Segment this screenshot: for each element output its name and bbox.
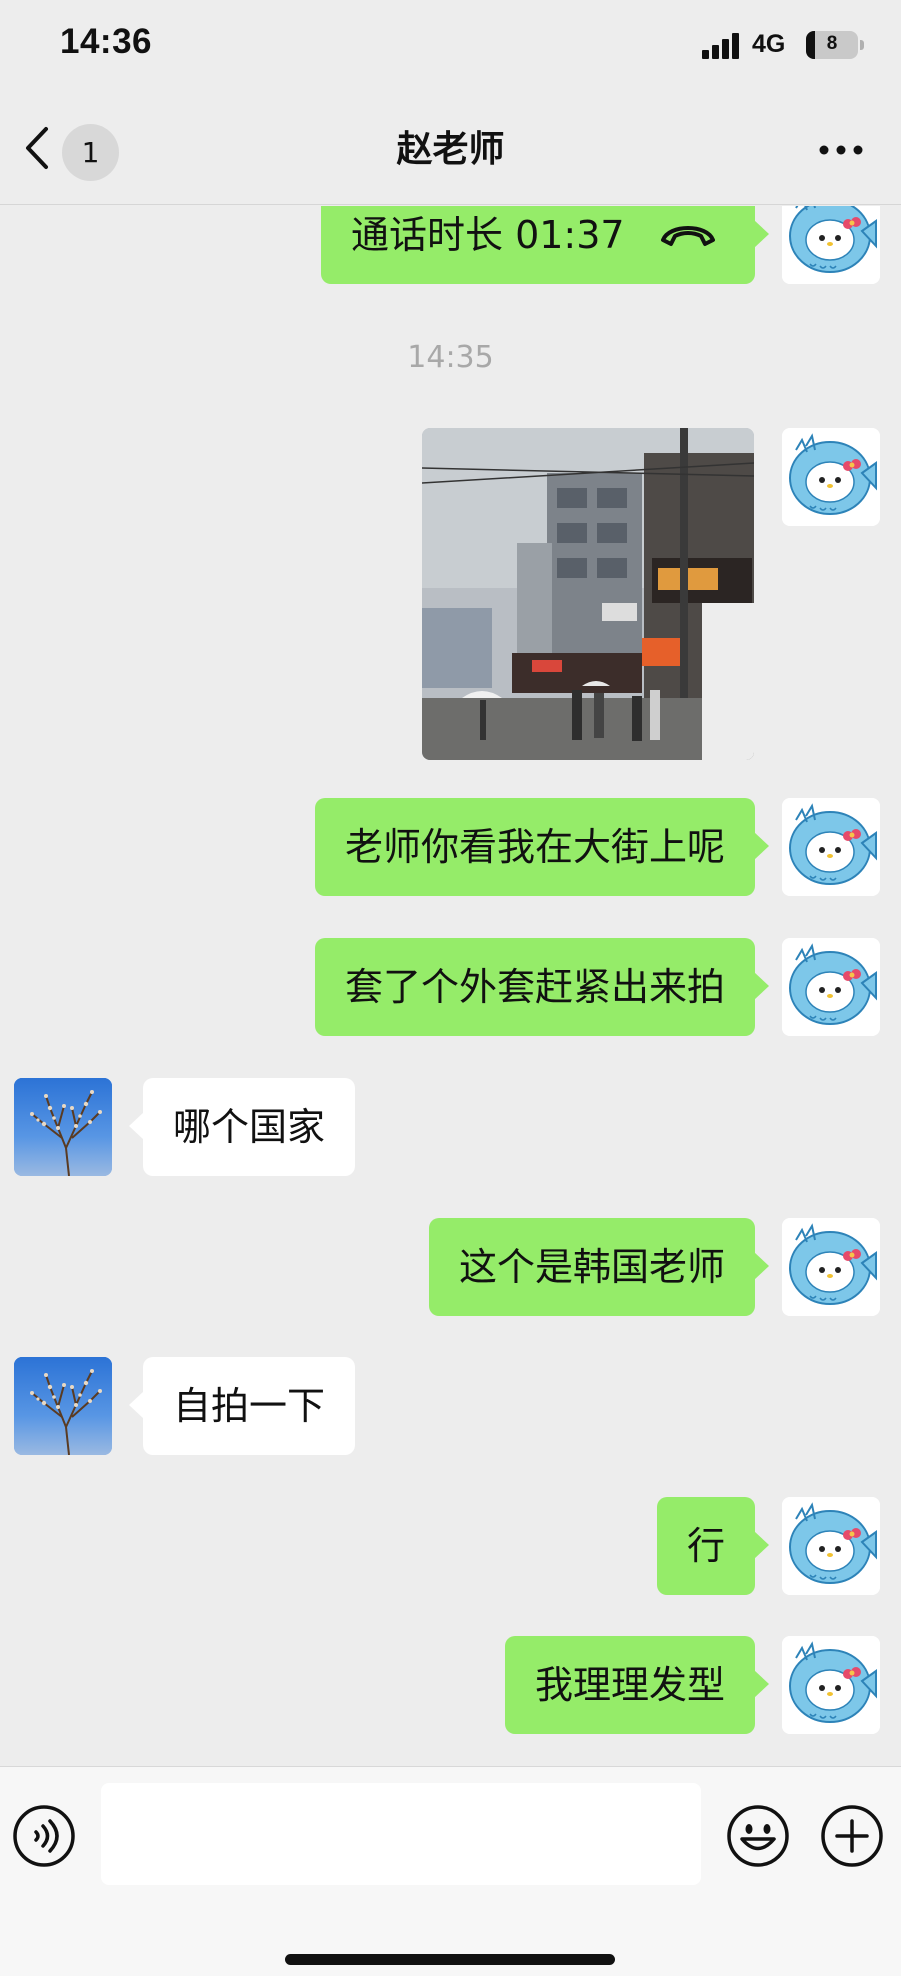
my-avatar[interactable] xyxy=(782,798,880,896)
call-bubble[interactable]: 通话时长 01:37 xyxy=(321,206,769,284)
my-message-bubble[interactable]: 老师你看我在大街上呢 xyxy=(314,798,770,896)
chevron-left-icon[interactable] xyxy=(22,125,52,171)
my-avatar[interactable] xyxy=(782,1497,880,1595)
my-message-bubble[interactable]: 行 xyxy=(656,1497,770,1595)
phone-hangup-icon xyxy=(660,225,715,246)
my-message-bubble[interactable]: 我理理发型 xyxy=(504,1636,770,1734)
call-duration-text: 通话时长 01:37 xyxy=(351,213,625,257)
battery-label: 8 xyxy=(826,33,838,54)
emoji-icon[interactable] xyxy=(726,1804,790,1868)
status-time: 14:36 xyxy=(60,22,153,61)
more-icon[interactable] xyxy=(818,143,864,157)
my-message-bubble[interactable]: 这个是韩国老师 xyxy=(428,1218,770,1316)
my-avatar[interactable] xyxy=(782,1636,880,1734)
battery-icon: 8 xyxy=(806,31,864,59)
home-indicator[interactable] xyxy=(285,1954,615,1965)
network-label: 4G xyxy=(752,30,786,58)
voice-icon[interactable] xyxy=(12,1804,76,1868)
my-avatar[interactable] xyxy=(782,206,880,284)
unread-badge[interactable]: 1 xyxy=(62,124,119,181)
my-avatar[interactable] xyxy=(782,428,880,526)
contact-avatar[interactable] xyxy=(14,1357,112,1455)
status-bar: 14:36 4G 8 xyxy=(0,0,901,95)
chat-header: 赵老师 1 xyxy=(0,95,901,205)
contact-message-bubble[interactable]: 自拍一下 xyxy=(128,1357,356,1455)
street-photo[interactable] xyxy=(422,428,754,760)
message-list[interactable]: 通话时长 01:37 14:35 老师你看我在大街上呢 套了个外套赶紧出来拍 哪… xyxy=(0,206,901,1766)
plus-icon[interactable] xyxy=(820,1804,884,1868)
signal-icon xyxy=(702,33,742,59)
contact-avatar[interactable] xyxy=(14,1078,112,1176)
contact-message-bubble[interactable]: 哪个国家 xyxy=(128,1078,356,1176)
input-bar xyxy=(0,1766,901,1976)
message-input[interactable] xyxy=(101,1783,701,1885)
my-message-bubble[interactable]: 套了个外套赶紧出来拍 xyxy=(314,938,770,1036)
my-avatar[interactable] xyxy=(782,938,880,1036)
my-avatar[interactable] xyxy=(782,1218,880,1316)
timestamp: 14:35 xyxy=(407,340,494,375)
chat-title: 赵老师 xyxy=(396,129,505,170)
